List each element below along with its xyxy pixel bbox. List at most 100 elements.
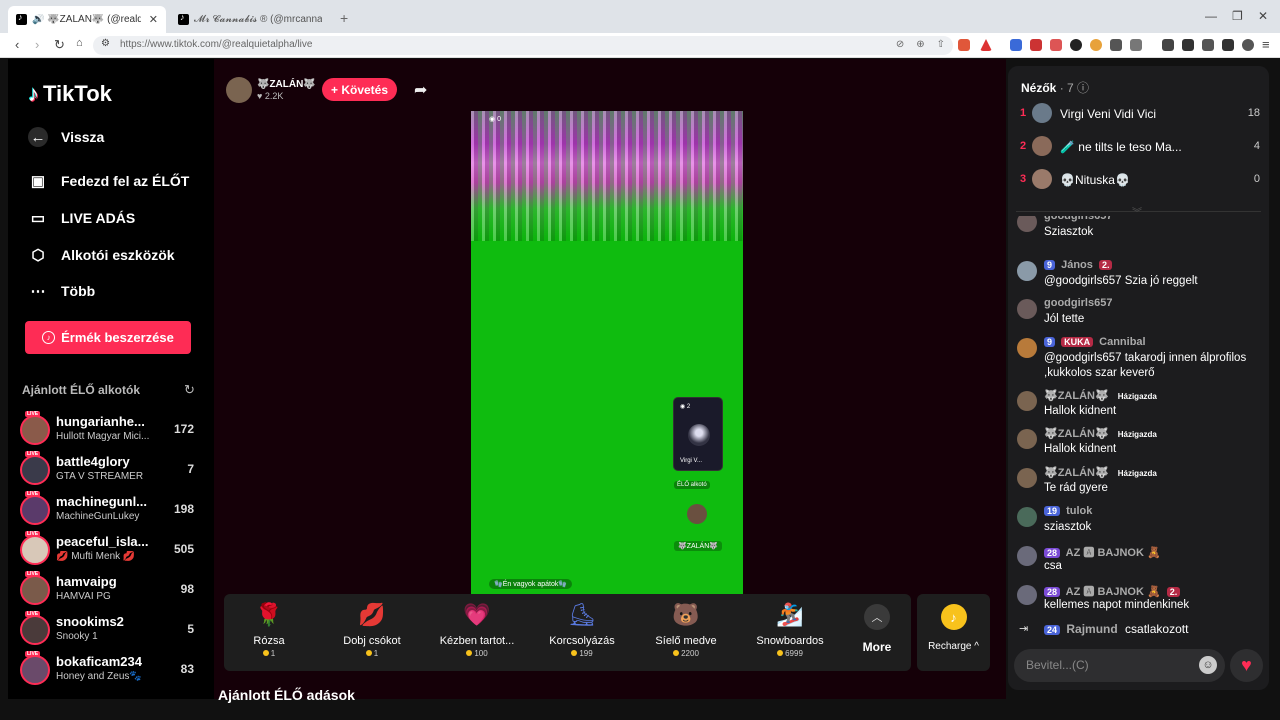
back-link[interactable]: ← Vissza <box>28 127 104 147</box>
tiktok-logo[interactable]: ♪ TikTok <box>28 81 112 107</box>
brave-shield-icon[interactable] <box>958 39 970 51</box>
emoji-icon[interactable]: ☺ <box>1199 656 1217 674</box>
avatar[interactable] <box>1017 468 1037 488</box>
message-author[interactable]: tulok <box>1066 505 1092 517</box>
site-settings-icon[interactable]: ⚙ <box>101 38 110 49</box>
minimize-icon[interactable]: — <box>1205 9 1217 23</box>
message-author-row: 9 KUKA Cannibal <box>1044 336 1146 348</box>
creator-item[interactable]: LIVE snookims2 Snooky 1 5 <box>20 611 208 648</box>
creator-item[interactable]: LIVE machinegunl... MachineGunLukey 198 <box>20 491 208 528</box>
media-icon[interactable] <box>1162 39 1174 51</box>
avatar[interactable] <box>1017 546 1037 566</box>
extension-icon[interactable] <box>1010 39 1022 51</box>
message-author[interactable]: János <box>1061 259 1093 271</box>
address-bar[interactable]: ⚙ https://www.tiktok.com/@realquietalpha… <box>93 36 953 55</box>
avatar[interactable] <box>1017 429 1037 449</box>
avatar[interactable] <box>1017 299 1037 319</box>
tab-active[interactable]: 🔊 🐺ZALÁN🐺 (@realquietalpha ✕ <box>8 6 166 33</box>
avatar[interactable] <box>1017 261 1037 281</box>
video-player[interactable]: ◉ 0 ◉ 2 Virgi V... ÉLŐ alkotó 🐺ZALÁN🐺 🧤É… <box>471 111 743 595</box>
menu-creator-tools[interactable]: ⬡ Alkotói eszközök <box>28 245 174 265</box>
host-avatar[interactable] <box>226 77 252 103</box>
close-tab-icon[interactable]: ✕ <box>149 13 158 26</box>
screen: 🔊 🐺ZALÁN🐺 (@realquietalpha ✕ 𝓜𝓻 𝓒𝓪𝓷𝓷𝓪𝓫𝓲𝓼… <box>0 0 1280 720</box>
chat-message: goodgirls657 Sziasztok <box>1017 216 1262 240</box>
host-badge: Házigazda <box>1117 392 1157 401</box>
message-author[interactable]: Cannibal <box>1099 336 1145 348</box>
avatar[interactable] <box>1017 585 1037 605</box>
gift-price-value: 2200 <box>681 649 699 658</box>
creator-item[interactable]: LIVE hungarianhe... Hullott Magyar Mici.… <box>20 411 208 448</box>
follow-button[interactable]: + Követés <box>322 78 397 101</box>
rewards-icon[interactable] <box>980 39 992 51</box>
top-viewer-row[interactable]: 1 Virgi Veni Vidi Vici 18 <box>1020 103 1260 125</box>
avatar[interactable] <box>1017 391 1037 411</box>
info-icon[interactable]: ⓘ <box>1077 81 1089 95</box>
extension-icon[interactable] <box>1130 39 1142 51</box>
live-stream-area: 🐺ZALÁN🐺 ♥ 2.2K + Követés ➦ ◉ 0 ◉ 2 Virgi… <box>214 59 1006 703</box>
recharge-button[interactable]: ♪ Recharge ^ <box>917 594 990 671</box>
top-viewer-row[interactable]: 3 💀Nituska💀 0 <box>1020 169 1260 191</box>
share-page-icon[interactable]: ⇧ <box>937 39 945 50</box>
message-author[interactable]: AZ 🅰 BAJNOK 🧸 <box>1066 547 1161 559</box>
extension-icon[interactable] <box>1050 39 1062 51</box>
wallet-icon[interactable] <box>1202 39 1214 51</box>
sidebar-toggle-icon[interactable] <box>1182 39 1194 51</box>
creator-item[interactable]: LIVE battle4glory GTA V STREAMER 7 <box>20 451 208 488</box>
menu-more[interactable]: ⋯ Több <box>28 281 96 301</box>
message-author[interactable]: 🐺ZALÁN🐺 <box>1044 467 1109 479</box>
host-mini-avatar[interactable] <box>687 504 707 524</box>
menu-explore-live[interactable]: ▣ Fedezd fel az ÉLŐT <box>28 171 189 191</box>
guest-card[interactable]: ◉ 2 Virgi V... <box>673 397 723 471</box>
share-icon[interactable]: ➦ <box>414 80 427 100</box>
avatar[interactable] <box>1017 507 1037 527</box>
host-name[interactable]: 🐺ZALÁN🐺 <box>257 79 316 90</box>
chevron-up-icon: ︿ <box>864 604 890 630</box>
home-icon[interactable]: ⌂ <box>76 37 83 49</box>
chat-input[interactable]: Bevitel...(C) ☺ <box>1014 649 1225 682</box>
close-window-icon[interactable]: ✕ <box>1258 9 1268 23</box>
menu-icon[interactable]: ≡ <box>1262 37 1270 52</box>
extension-icon[interactable] <box>1090 39 1102 51</box>
tab-title: 𝓜𝓻 𝓒𝓪𝓷𝓷𝓪𝓫𝓲𝓼 ® (@mrcannabis_ <box>194 14 322 25</box>
gift-item[interactable]: 🌹 Rózsa 1 <box>224 600 314 658</box>
avatar[interactable] <box>1017 338 1037 358</box>
new-tab-button[interactable]: + <box>340 10 348 26</box>
vpn-icon[interactable] <box>1242 39 1254 51</box>
get-coins-button[interactable]: ♪ Érmék beszerzése <box>25 321 191 354</box>
creator-item[interactable]: LIVE bokaficam234 Honey and Zeus🐾 83 <box>20 651 208 688</box>
top-viewer-row[interactable]: 2 🧪 ne tilts le teso Ma... 4 <box>1020 136 1260 158</box>
maximize-icon[interactable]: ❐ <box>1232 9 1243 23</box>
reload-icon[interactable]: ↻ <box>54 37 65 53</box>
profile-icon[interactable] <box>1222 39 1234 51</box>
gift-price: 1 <box>224 649 314 658</box>
creator-item[interactable]: LIVE peaceful_isla... 💋 Mufti Menk 💋 505 <box>20 531 208 568</box>
back-arrow-icon[interactable]: ‹ <box>15 37 19 52</box>
viewer-score: 0 <box>1253 173 1260 185</box>
forward-arrow-icon[interactable]: › <box>35 37 39 52</box>
gift-item[interactable]: 🏂 Snowboardos 6999 <box>745 600 835 658</box>
message-author[interactable]: goodgirls657 <box>1044 297 1112 309</box>
viewers-title: Nézők <box>1021 81 1057 95</box>
more-gifts-button[interactable]: ︿ More <box>852 604 902 654</box>
extension-icon[interactable] <box>1070 39 1082 51</box>
gift-item[interactable]: ⛸ Korcsolyázás 199 <box>537 600 627 658</box>
gift-item[interactable]: 🐻 Síelő medve 2200 <box>641 600 731 658</box>
message-author[interactable]: AZ 🅰 BAJNOK 🧸 <box>1066 586 1161 598</box>
puzzle-icon[interactable] <box>1110 39 1122 51</box>
zoom-icon[interactable]: ⊕ <box>916 39 924 50</box>
message-author[interactable]: 🐺ZALÁN🐺 <box>1044 390 1109 402</box>
extension-icon[interactable] <box>1030 39 1042 51</box>
gift-item[interactable]: 💗 Kézben tartot... 100 <box>432 600 522 658</box>
avatar[interactable] <box>1017 216 1037 232</box>
menu-go-live[interactable]: ▭ LIVE ADÁS <box>28 208 135 228</box>
message-author[interactable]: goodgirls657 <box>1044 216 1112 222</box>
like-heart-button[interactable]: ♥ <box>1230 649 1263 682</box>
join-name[interactable]: Rajmund <box>1066 622 1117 636</box>
message-author[interactable]: 🐺ZALÁN🐺 <box>1044 428 1109 440</box>
tab-inactive[interactable]: 𝓜𝓻 𝓒𝓪𝓷𝓷𝓪𝓫𝓲𝓼 ® (@mrcannabis_ <box>170 6 330 33</box>
translate-icon[interactable]: ⊘ <box>896 39 904 50</box>
creator-item[interactable]: LIVE hamvaipg HAMVAI PG 98 <box>20 571 208 608</box>
refresh-icon[interactable]: ↻ <box>184 382 195 398</box>
gift-item[interactable]: 💋 Dobj csókot 1 <box>327 600 417 658</box>
